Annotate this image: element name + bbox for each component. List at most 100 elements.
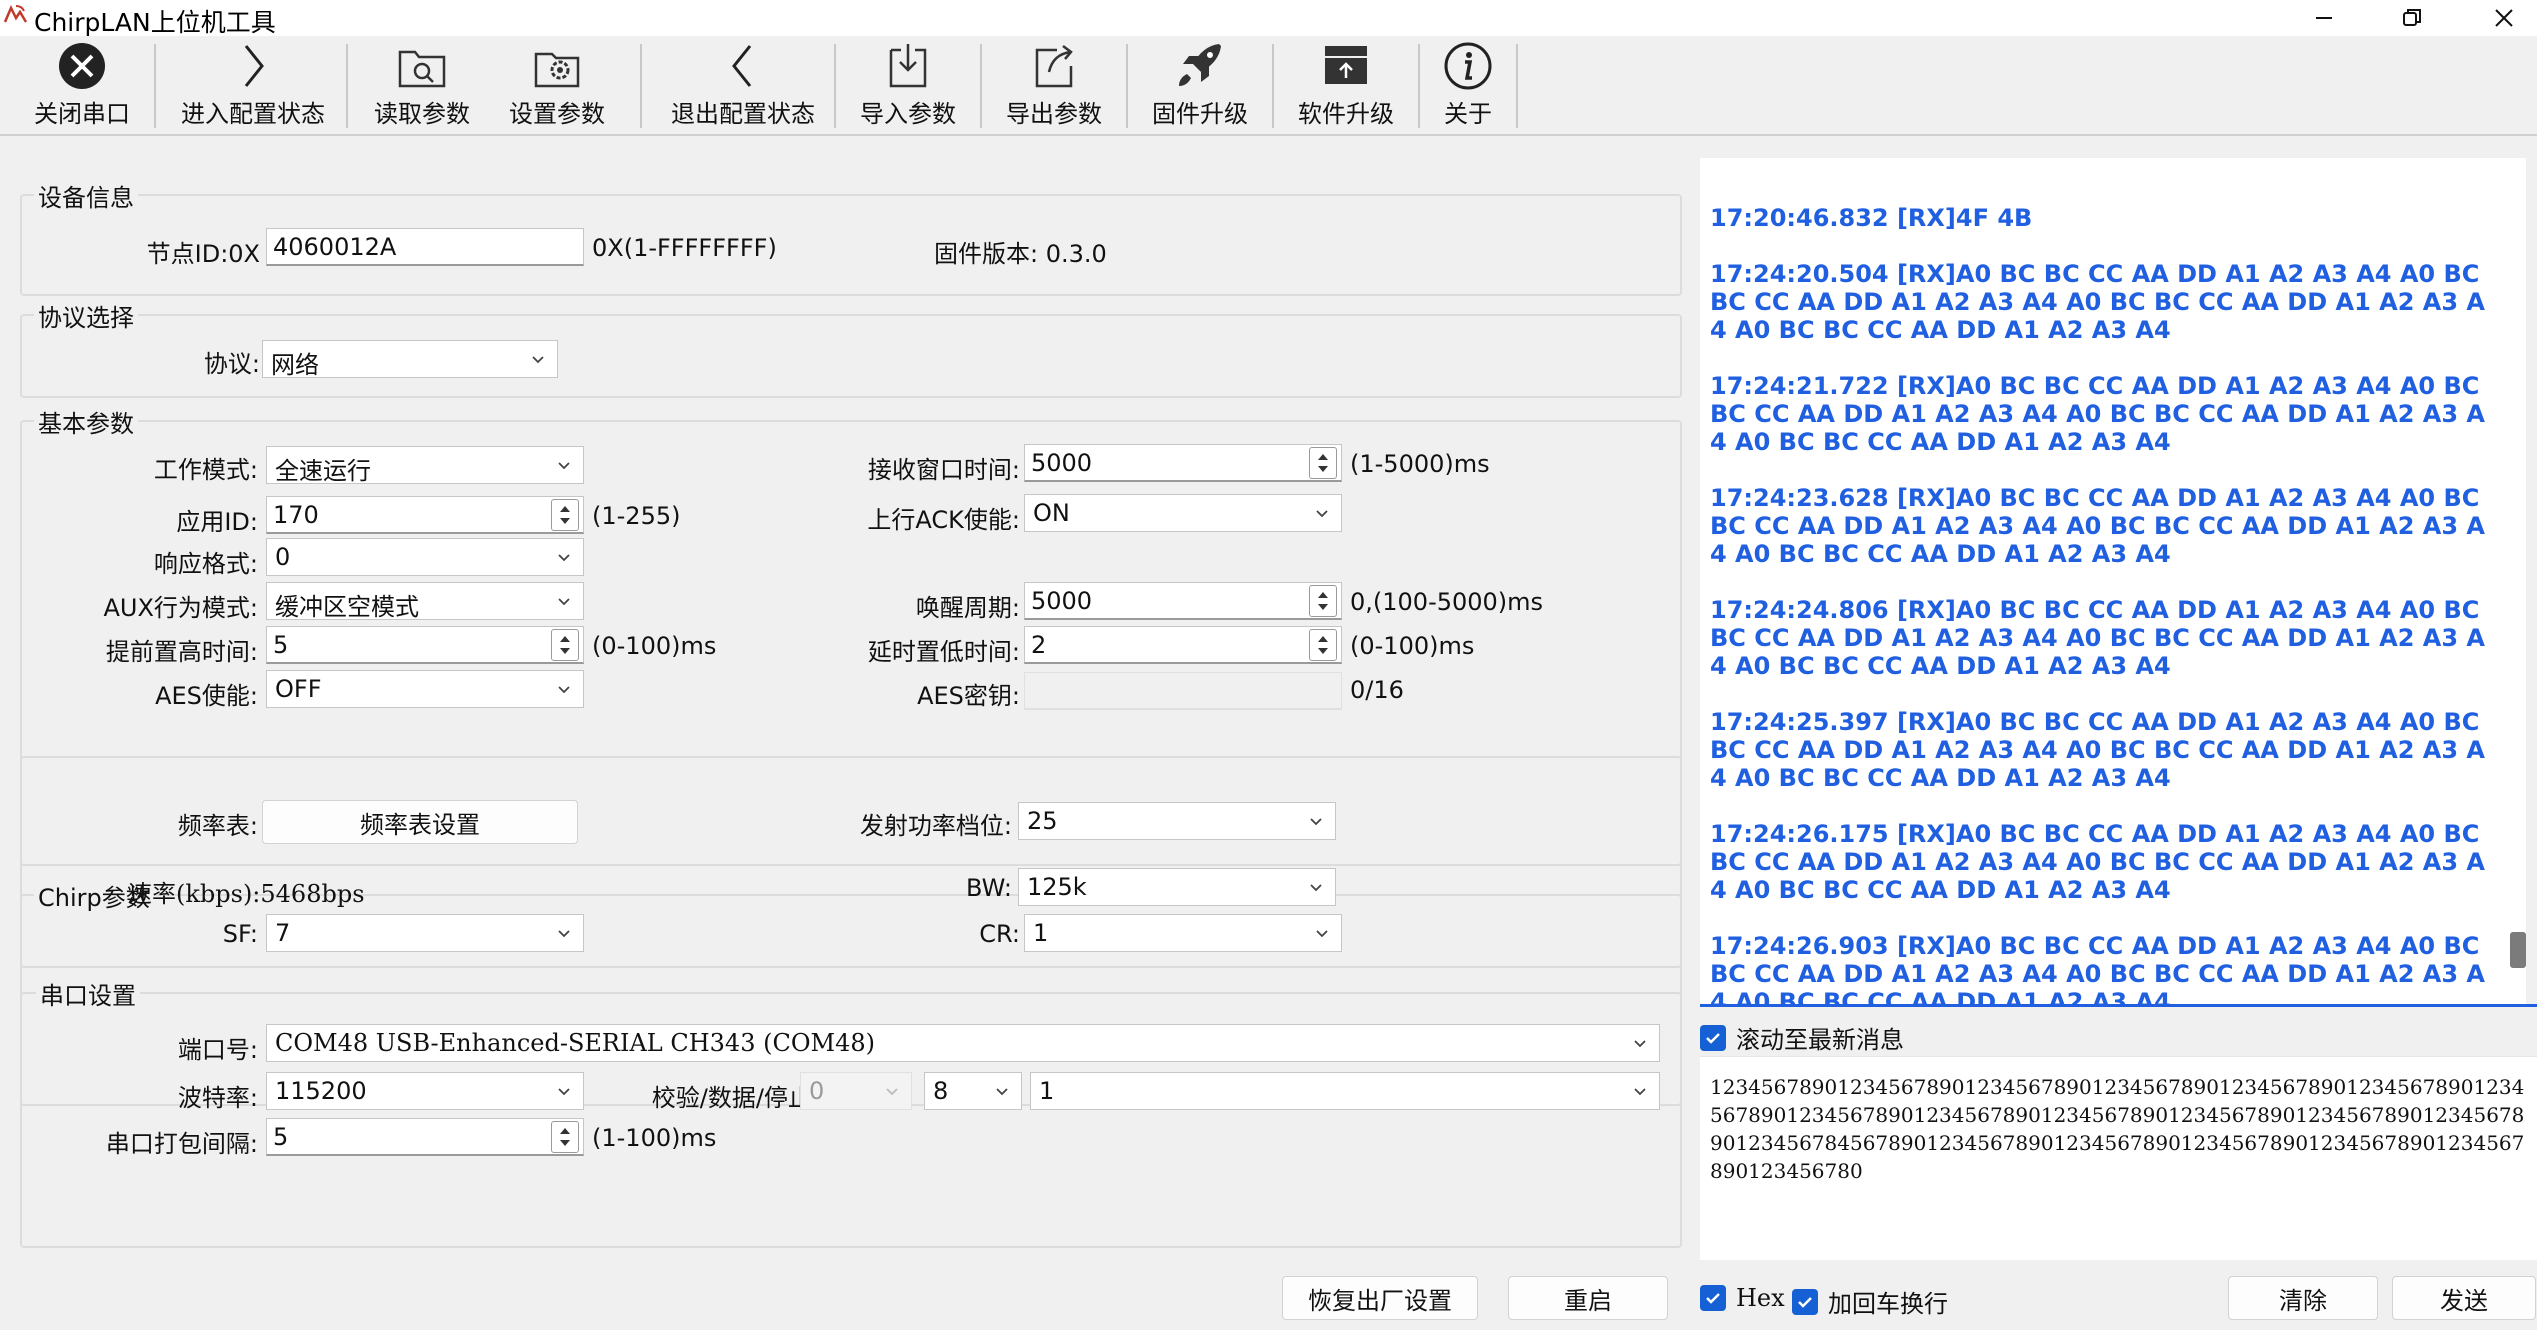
wake-period-hint: 0,(100-5000)ms — [1350, 588, 1544, 616]
chevron-down-icon — [558, 1088, 570, 1096]
autoscroll-checkbox[interactable]: 滚动至最新消息 — [1700, 1020, 1904, 1055]
send-button[interactable]: 发送 — [2392, 1276, 2536, 1320]
node-id-input[interactable]: 4060012A — [266, 228, 584, 266]
firmware-version: 固件版本: 0.3.0 — [934, 240, 1107, 268]
chevron-down-icon — [558, 554, 570, 562]
log-scrollbar[interactable] — [2508, 158, 2526, 1004]
work-mode-label: 工作模式: — [153, 456, 258, 484]
node-id-label: 节点ID:0X — [146, 240, 260, 268]
log-entry: 17:24:26.175 [RX]A0 BC BC CC AA DD A1 A2… — [1710, 820, 2485, 904]
spin-arrows-icon[interactable] — [1309, 585, 1337, 617]
aes-key-counter: 0/16 — [1350, 676, 1404, 704]
about-button[interactable]: 关于 — [1426, 40, 1510, 134]
baud-rate-select[interactable]: 115200 — [266, 1072, 584, 1110]
delay-low-time-label: 延时置低时间: — [867, 638, 1020, 666]
toolbar-separator — [154, 44, 156, 128]
chevron-down-icon — [886, 1088, 898, 1096]
chevron-down-icon — [558, 686, 570, 694]
toolbar-separator — [1272, 44, 1274, 128]
restart-button[interactable]: 重启 — [1508, 1276, 1668, 1320]
port-label: 端口号: — [177, 1036, 258, 1064]
firmware-upgrade-button[interactable]: 固件升级 — [1144, 40, 1256, 134]
delay-low-time-hint: (0-100)ms — [1350, 632, 1475, 660]
clear-button[interactable]: 清除 — [2228, 1276, 2378, 1320]
ack-enable-label: 上行ACK使能: — [867, 506, 1020, 534]
toolbar-separator — [1516, 44, 1518, 128]
wake-period-label: 唤醒周期: — [915, 594, 1020, 622]
receive-log[interactable]: 17:20:46.832 [RX]4F 4B 17:24:20.504 [RX]A… — [1700, 158, 2526, 1004]
log-scrollbar-thumb[interactable] — [2510, 932, 2526, 968]
log-entry: 17:24:23.628 [RX]A0 BC BC CC AA DD A1 A2… — [1710, 484, 2485, 568]
wake-period-spinbox[interactable]: 5000 — [1024, 582, 1342, 620]
spin-arrows-icon[interactable] — [1309, 629, 1337, 661]
toolbar: 关闭串口 进入配置状态 读取参数 设置参数 退出配置状态 导入参数 导出参数 固… — [0, 36, 2537, 136]
protocol-title: 协议选择 — [34, 298, 138, 333]
chevron-down-icon — [1634, 1040, 1646, 1048]
close-window-button[interactable] — [2464, 0, 2537, 36]
pre-high-time-spinbox[interactable]: 5 — [266, 626, 584, 664]
spin-arrows-icon[interactable] — [551, 499, 579, 531]
close-circle-icon — [59, 43, 105, 89]
rx-window-spinbox[interactable]: 5000 — [1024, 444, 1342, 482]
toolbar-separator — [640, 44, 642, 128]
aux-mode-select[interactable]: 缓冲区空模式 — [266, 582, 584, 620]
toolbar-separator — [1126, 44, 1128, 128]
spin-arrows-icon[interactable] — [551, 1121, 579, 1153]
aux-mode-label: AUX行为模式: — [103, 594, 258, 622]
close-port-button[interactable]: 关闭串口 — [22, 40, 142, 134]
baud-rate-label: 波特率: — [177, 1084, 258, 1112]
set-params-button[interactable]: 设置参数 — [498, 40, 616, 134]
software-upgrade-button[interactable]: 软件升级 — [1290, 40, 1402, 134]
chevron-right-icon — [244, 45, 264, 87]
enter-config-button[interactable]: 进入配置状态 — [170, 40, 336, 134]
response-format-select[interactable]: 0 — [266, 538, 584, 576]
minimize-button[interactable] — [2284, 0, 2364, 36]
app-id-spinbox[interactable]: 170 — [266, 496, 584, 534]
rx-window-label: 接收窗口时间: — [867, 456, 1020, 484]
hex-checkbox[interactable]: Hex — [1700, 1284, 1785, 1312]
stop-bits-select[interactable]: 1 — [1030, 1072, 1660, 1110]
app-id-label: 应用ID: — [176, 508, 258, 536]
delay-low-time-spinbox[interactable]: 2 — [1024, 626, 1342, 664]
aes-enable-select[interactable]: OFF — [266, 670, 584, 708]
spin-arrows-icon[interactable] — [551, 629, 579, 661]
factory-reset-button[interactable]: 恢复出厂设置 — [1282, 1276, 1478, 1320]
parity-select[interactable]: 0 — [800, 1072, 912, 1110]
import-params-button[interactable]: 导入参数 — [852, 40, 964, 134]
import-icon — [889, 44, 927, 88]
chevron-down-icon — [558, 598, 570, 606]
window-title: ChirpLAN上位机工具 — [34, 8, 276, 37]
work-mode-select[interactable]: 全速运行 — [266, 446, 584, 484]
read-params-button[interactable]: 读取参数 — [366, 40, 478, 134]
info-circle-icon — [1444, 42, 1492, 90]
basic-params-title: 基本参数 — [34, 404, 138, 439]
minimize-icon — [2316, 17, 2332, 19]
pack-interval-spinbox[interactable]: 5 — [266, 1118, 584, 1156]
ack-enable-select[interactable]: ON — [1024, 494, 1342, 532]
spin-arrows-icon[interactable] — [1309, 447, 1337, 479]
restore-icon — [2403, 9, 2421, 26]
rx-window-hint: (1-5000)ms — [1350, 450, 1490, 478]
toolbar-separator — [980, 44, 982, 128]
send-textarea[interactable]: 1234567890123456789012345678901234567890… — [1700, 1056, 2537, 1260]
port-select[interactable]: COM48 USB-Enhanced-SERIAL CH343 (COM48) — [266, 1024, 1660, 1062]
serial-settings-title: 串口设置 — [36, 976, 140, 1011]
parity-data-stop-label: 校验/数据/停止: — [651, 1084, 820, 1112]
aes-key-input[interactable] — [1024, 672, 1342, 710]
check-icon — [1792, 1288, 1818, 1315]
protocol-select[interactable]: 网络 — [262, 340, 558, 378]
title-bar: ChirpLAN上位机工具 — [0, 0, 2537, 37]
toolbar-separator — [834, 44, 836, 128]
pack-interval-hint: (1-100)ms — [592, 1124, 717, 1152]
export-params-button[interactable]: 导出参数 — [998, 40, 1110, 134]
exit-config-button[interactable]: 退出配置状态 — [660, 40, 826, 134]
upload-box-icon — [1325, 46, 1367, 84]
pre-high-time-hint: (0-100)ms — [592, 632, 717, 660]
data-bits-select[interactable]: 8 — [924, 1072, 1022, 1110]
log-entry: 17:24:26.903 [RX]A0 BC BC CC AA DD A1 A2… — [1710, 932, 2485, 1004]
toolbar-separator — [1418, 44, 1420, 128]
restore-button[interactable] — [2372, 0, 2452, 36]
log-entry: 17:24:20.504 [RX]A0 BC BC CC AA DD A1 A2… — [1710, 260, 2485, 344]
crlf-checkbox[interactable]: 加回车换行 — [1792, 1284, 1948, 1319]
aes-key-label: AES密钥: — [917, 682, 1020, 710]
